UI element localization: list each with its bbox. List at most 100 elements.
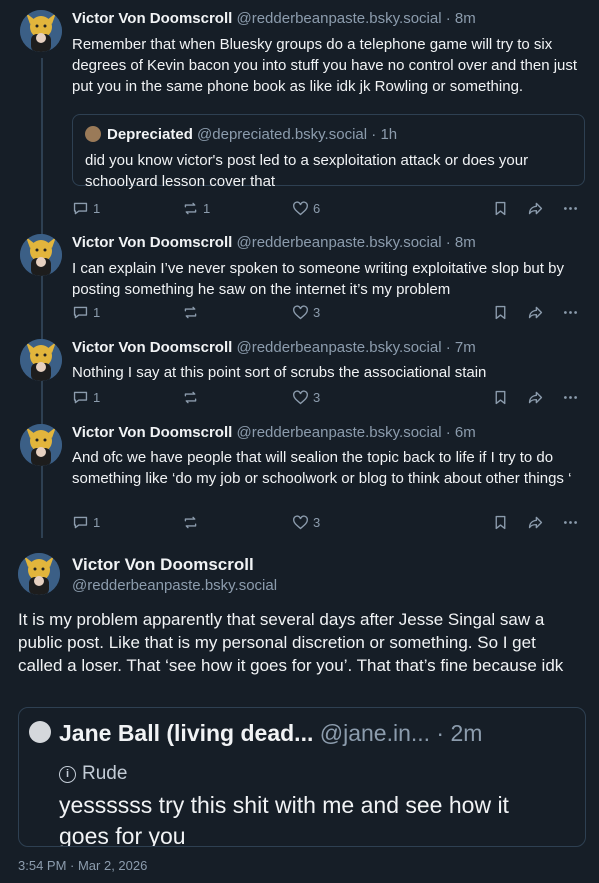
quote-avatar xyxy=(29,721,51,743)
post-text: Nothing I say at this point sort of scru… xyxy=(72,364,487,381)
content-label[interactable]: i Rude xyxy=(59,763,127,785)
reply-icon xyxy=(73,391,88,403)
share-button[interactable] xyxy=(527,389,562,406)
more-icon xyxy=(564,310,577,314)
share-icon xyxy=(528,516,543,528)
separator: · xyxy=(367,126,381,143)
like-button[interactable]: 6 xyxy=(292,200,492,217)
author-handle[interactable]: @redderbeanpaste.bsky.social xyxy=(236,234,441,251)
more-icon xyxy=(564,520,577,524)
like-button[interactable]: 3 xyxy=(292,304,492,321)
like-icon xyxy=(293,514,308,529)
quote-author: Jane Ball (living dead... xyxy=(59,720,314,746)
reply-button[interactable]: 1 xyxy=(72,514,182,531)
repost-button[interactable]: 1 xyxy=(182,200,292,217)
author-name[interactable]: Victor Von Doomscroll xyxy=(72,555,254,575)
more-button[interactable] xyxy=(562,389,579,406)
bookmark-button[interactable] xyxy=(492,514,527,531)
post-actions: 1 3 xyxy=(72,302,582,322)
quote-text: did you know victor's post led to a sexp… xyxy=(85,152,529,190)
share-icon xyxy=(528,391,543,403)
reply-icon xyxy=(73,516,88,528)
like-count: 6 xyxy=(313,200,321,216)
bookmark-button[interactable] xyxy=(492,200,527,217)
like-button[interactable]: 3 xyxy=(292,389,492,406)
more-icon xyxy=(564,395,577,399)
like-icon xyxy=(293,304,308,319)
repost-button[interactable] xyxy=(182,514,292,531)
separator: · xyxy=(430,720,451,746)
post-text: I can explain I’ve never spoken to someo… xyxy=(72,260,564,298)
post-time[interactable]: 8m xyxy=(455,234,476,251)
post-time[interactable]: 8m xyxy=(455,10,476,27)
quote-author: Depreciated xyxy=(107,126,193,143)
avatar[interactable] xyxy=(20,234,62,276)
avatar-pikachu-icon xyxy=(20,339,62,381)
more-button[interactable] xyxy=(562,304,579,321)
reply-button[interactable]: 1 xyxy=(72,304,182,321)
info-icon: i xyxy=(59,765,76,783)
post-text: It is my problem apparently that several… xyxy=(18,610,564,675)
avatar-pikachu-icon xyxy=(20,10,62,52)
reply-count: 1 xyxy=(93,514,101,530)
avatar[interactable] xyxy=(20,424,62,466)
share-button[interactable] xyxy=(527,514,562,531)
quote-time: 2m xyxy=(450,720,483,746)
author-handle[interactable]: @redderbeanpaste.bsky.social xyxy=(236,339,441,356)
like-button[interactable]: 3 xyxy=(292,514,492,531)
author-handle[interactable]: @redderbeanpaste.bsky.social xyxy=(236,424,441,441)
author-name[interactable]: Victor Von Doomscroll xyxy=(72,339,232,356)
avatar-pikachu-icon xyxy=(20,424,62,466)
separator: · xyxy=(441,234,455,251)
author-name[interactable]: Victor Von Doomscroll xyxy=(72,234,232,251)
post-timestamp[interactable]: 3:54 PM · Mar 2, 2026 xyxy=(18,858,147,873)
repost-button[interactable] xyxy=(182,389,292,406)
like-icon xyxy=(293,200,308,215)
repost-count: 1 xyxy=(203,200,211,216)
reply-button[interactable]: 1 xyxy=(72,389,182,406)
bookmark-icon xyxy=(495,390,506,404)
post-text: Remember that when Bluesky groups do a t… xyxy=(72,36,578,95)
repost-button[interactable] xyxy=(182,304,292,321)
like-count: 3 xyxy=(313,389,321,405)
bookmark-button[interactable] xyxy=(492,389,527,406)
separator: · xyxy=(441,10,455,27)
repost-icon xyxy=(184,306,197,318)
reply-count: 1 xyxy=(93,389,101,405)
post-header: Victor Von Doomscroll @redderbeanpaste.b… xyxy=(72,424,476,441)
share-button[interactable] xyxy=(527,304,562,321)
avatar[interactable] xyxy=(20,339,62,381)
post-time[interactable]: 7m xyxy=(455,339,476,356)
author-name[interactable]: Victor Von Doomscroll xyxy=(72,10,232,27)
post-time[interactable]: 6m xyxy=(455,424,476,441)
reply-icon xyxy=(73,202,88,214)
bookmark-button[interactable] xyxy=(492,304,527,321)
post-header: Victor Von Doomscroll @redderbeanpaste.b… xyxy=(72,339,476,356)
author-name[interactable]: Victor Von Doomscroll xyxy=(72,424,232,441)
separator: · xyxy=(441,339,455,356)
like-count: 3 xyxy=(313,514,321,530)
quote-avatar xyxy=(85,126,101,142)
avatar[interactable] xyxy=(18,553,60,595)
post-actions: 1 3 xyxy=(72,387,582,407)
author-handle[interactable]: @redderbeanpaste.bsky.social xyxy=(236,10,441,27)
more-button[interactable] xyxy=(562,514,579,531)
quote-card[interactable]: Depreciated @depreciated.bsky.social · 1… xyxy=(72,114,585,190)
avatar-pikachu-icon xyxy=(18,553,60,595)
content-label-text: Rude xyxy=(82,763,128,784)
bookmark-icon xyxy=(495,201,506,215)
post-text: And ofc we have people that will sealion… xyxy=(72,449,572,487)
avatar[interactable] xyxy=(20,10,62,52)
post-actions: 1 1 6 xyxy=(72,198,582,218)
quote-handle: @depreciated.bsky.social xyxy=(197,126,368,143)
reply-icon xyxy=(73,306,88,318)
reply-button[interactable]: 1 xyxy=(72,200,182,217)
post-header: Victor Von Doomscroll @redderbeanpaste.b… xyxy=(72,10,476,27)
bookmark-icon xyxy=(495,305,506,319)
author-handle[interactable]: @redderbeanpaste.bsky.social xyxy=(72,577,277,594)
more-button[interactable] xyxy=(562,200,579,217)
quote-card[interactable]: Jane Ball (living dead... @jane.in... · … xyxy=(18,707,586,847)
quote-header: Depreciated @depreciated.bsky.social · 1… xyxy=(85,126,397,143)
share-button[interactable] xyxy=(527,200,562,217)
quote-header: Jane Ball (living dead... @jane.in... · … xyxy=(29,720,483,747)
